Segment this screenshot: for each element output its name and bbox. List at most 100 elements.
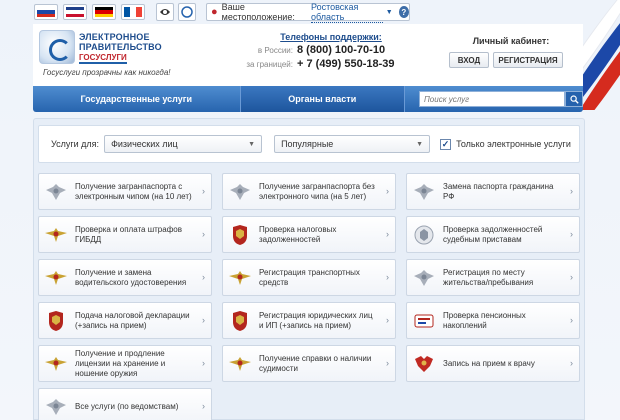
register-button[interactable]: РЕГИСТРАЦИЯ <box>493 52 563 68</box>
service-card[interactable]: Регистрация по месту жительства/пребыван… <box>406 259 580 296</box>
filter-label: Услуги для: <box>51 139 100 149</box>
chevron-right-icon: › <box>386 315 389 325</box>
service-card[interactable]: Проверка и оплата штрафов ГИБДД › <box>38 216 212 253</box>
service-card-label: Регистрация юридических лиц и ИП (+запис… <box>259 310 373 330</box>
electronic-only-label[interactable]: Только электронные услуги <box>456 139 571 149</box>
search-input[interactable] <box>419 91 565 107</box>
emblem-grey-icon <box>43 181 69 203</box>
logo-text-line2: ПРАВИТЕЛЬСТВО <box>79 42 162 52</box>
emblem-grey-icon <box>411 267 437 289</box>
service-card[interactable]: Регистрация юридических лиц и ИП (+запис… <box>222 302 396 339</box>
tax-emblem-icon <box>227 310 253 332</box>
service-card[interactable]: Подача налоговой декларации (+запись на … <box>38 302 212 339</box>
service-card-label: Проверка пенсионных накоплений <box>443 310 526 330</box>
search-icon <box>569 94 579 104</box>
chevron-right-icon: › <box>202 358 205 368</box>
site-header: ЭЛЕКТРОННОЕ ПРАВИТЕЛЬСТВО ГОСУСЛУГИ Госу… <box>33 24 583 86</box>
language-button[interactable] <box>34 4 58 20</box>
service-card[interactable]: Получение загранпаспорта с электронным ч… <box>38 173 212 210</box>
language-button[interactable] <box>63 4 87 20</box>
emblem-grey-icon <box>43 396 69 418</box>
service-card[interactable]: Получение загранпаспорта без электронног… <box>222 173 396 210</box>
logo-text-gosuslugi: ГОСУСЛУГИ <box>79 53 127 64</box>
logo-text-line1: ЭЛЕКТРОННОЕ <box>79 32 150 42</box>
phone-row-russia: в России: 8 (800) 100-70-10 <box>241 44 401 56</box>
audience-select[interactable]: Физических лиц ▼ <box>104 135 263 153</box>
phone-label: за границей: <box>246 60 293 69</box>
service-card[interactable]: Получение и замена водительского удостов… <box>38 259 212 296</box>
service-card-label: Получение справки о наличии судимости <box>259 353 372 373</box>
cabinet-title: Личный кабинет: <box>472 36 550 46</box>
service-card-label: Проверка налоговых задолженностей <box>259 224 337 244</box>
pension-fund-icon <box>411 310 437 332</box>
service-card-label: Регистрация транспортных средств <box>259 267 360 287</box>
service-card-label: Регистрация по месту жительства/пребыван… <box>443 267 534 287</box>
chevron-down-icon: ▼ <box>248 140 256 148</box>
services-panel: Услуги для: Физических лиц ▼ Популярные … <box>33 118 585 420</box>
location-pin-icon: ● <box>211 6 218 18</box>
service-card-label: Проверка и оплата штрафов ГИБДД <box>75 224 182 244</box>
login-button[interactable]: ВХОД <box>449 52 489 68</box>
chevron-right-icon: › <box>570 229 573 239</box>
location-region[interactable]: Ростовская область <box>310 2 383 23</box>
chevron-right-icon: › <box>202 229 205 239</box>
service-card[interactable]: Запись на прием к врачу › <box>406 345 580 382</box>
chevron-right-icon: › <box>202 272 205 282</box>
police-emblem-icon <box>227 267 253 289</box>
chevron-right-icon: › <box>570 272 573 282</box>
service-card[interactable]: Получение и продление лицензии на хранен… <box>38 345 212 382</box>
sort-select[interactable]: Популярные ▼ <box>274 135 431 153</box>
bailiff-emblem-icon <box>411 224 437 246</box>
slogan: Госуслуги прозрачны как никогда! <box>43 68 171 77</box>
service-card[interactable]: Проверка налоговых задолженностей › <box>222 216 396 253</box>
gosuslugi-emblem-icon <box>39 30 75 64</box>
police-emblem-icon <box>43 267 69 289</box>
tab-government-services[interactable]: Государственные услуги <box>33 86 241 112</box>
service-card[interactable]: Регистрация транспортных средств › <box>222 259 396 296</box>
language-button[interactable] <box>92 4 116 20</box>
chevron-right-icon: › <box>202 186 205 196</box>
phone-label: в России: <box>257 46 293 55</box>
police-emblem-icon <box>227 353 253 375</box>
eye-icon <box>160 9 170 15</box>
service-card-label: Запись на прием к врачу <box>443 358 535 368</box>
service-card-label: Проверка задолженностей судебным пристав… <box>443 224 543 244</box>
services-filter: Услуги для: Физических лиц ▼ Популярные … <box>38 125 580 163</box>
chevron-right-icon: › <box>386 186 389 196</box>
chevron-down-icon: ▼ <box>416 140 424 148</box>
support-title[interactable]: Телефоны поддержки: <box>261 32 401 42</box>
help-icon[interactable]: ? <box>398 6 409 18</box>
compass-button[interactable] <box>178 3 196 21</box>
emblem-grey-icon <box>411 181 437 203</box>
service-card[interactable]: Проверка пенсионных накоплений › <box>406 302 580 339</box>
accessibility-button[interactable] <box>156 3 174 21</box>
language-button[interactable] <box>121 4 145 20</box>
chevron-right-icon: › <box>570 315 573 325</box>
police-emblem-icon <box>43 224 69 246</box>
phone-number: + 7 (499) 550-18-39 <box>297 58 395 70</box>
service-card[interactable]: Получение справки о наличии судимости › <box>222 345 396 382</box>
coat-of-arms-icon <box>411 353 437 375</box>
audience-select-value: Физических лиц <box>111 139 178 149</box>
tab-authorities[interactable]: Органы власти <box>240 86 405 112</box>
chevron-right-icon: › <box>386 272 389 282</box>
nav-search <box>405 86 583 112</box>
service-card[interactable]: Все услуги (по ведомствам) › <box>38 388 212 420</box>
service-card-label: Получение и продление лицензии на хранен… <box>75 348 166 378</box>
search-button[interactable] <box>565 91 583 107</box>
chevron-right-icon: › <box>202 401 205 411</box>
service-card[interactable]: Проверка задолженностей судебным пристав… <box>406 216 580 253</box>
services-grid: Получение загранпаспорта с электронным ч… <box>38 173 580 420</box>
chevron-down-icon: ▼ <box>385 8 393 16</box>
uk-flag-icon <box>66 7 84 17</box>
service-card-label: Получение загранпаспорта без электронног… <box>259 181 375 201</box>
support-phones: Телефоны поддержки: в России: 8 (800) 10… <box>241 32 401 70</box>
electronic-only-checkbox[interactable]: ✓ <box>440 138 452 150</box>
service-card-label: Получение загранпаспорта с электронным ч… <box>75 181 192 201</box>
site-logo[interactable]: ЭЛЕКТРОННОЕ ПРАВИТЕЛЬСТВО ГОСУСЛУГИ <box>39 30 179 72</box>
compass-icon <box>181 6 193 18</box>
fr-flag-icon <box>124 7 142 17</box>
sort-select-value: Популярные <box>281 139 334 149</box>
service-card[interactable]: Замена паспорта гражданина РФ › <box>406 173 580 210</box>
location-selector[interactable]: ● Ваше местоположение: Ростовская област… <box>206 2 410 23</box>
